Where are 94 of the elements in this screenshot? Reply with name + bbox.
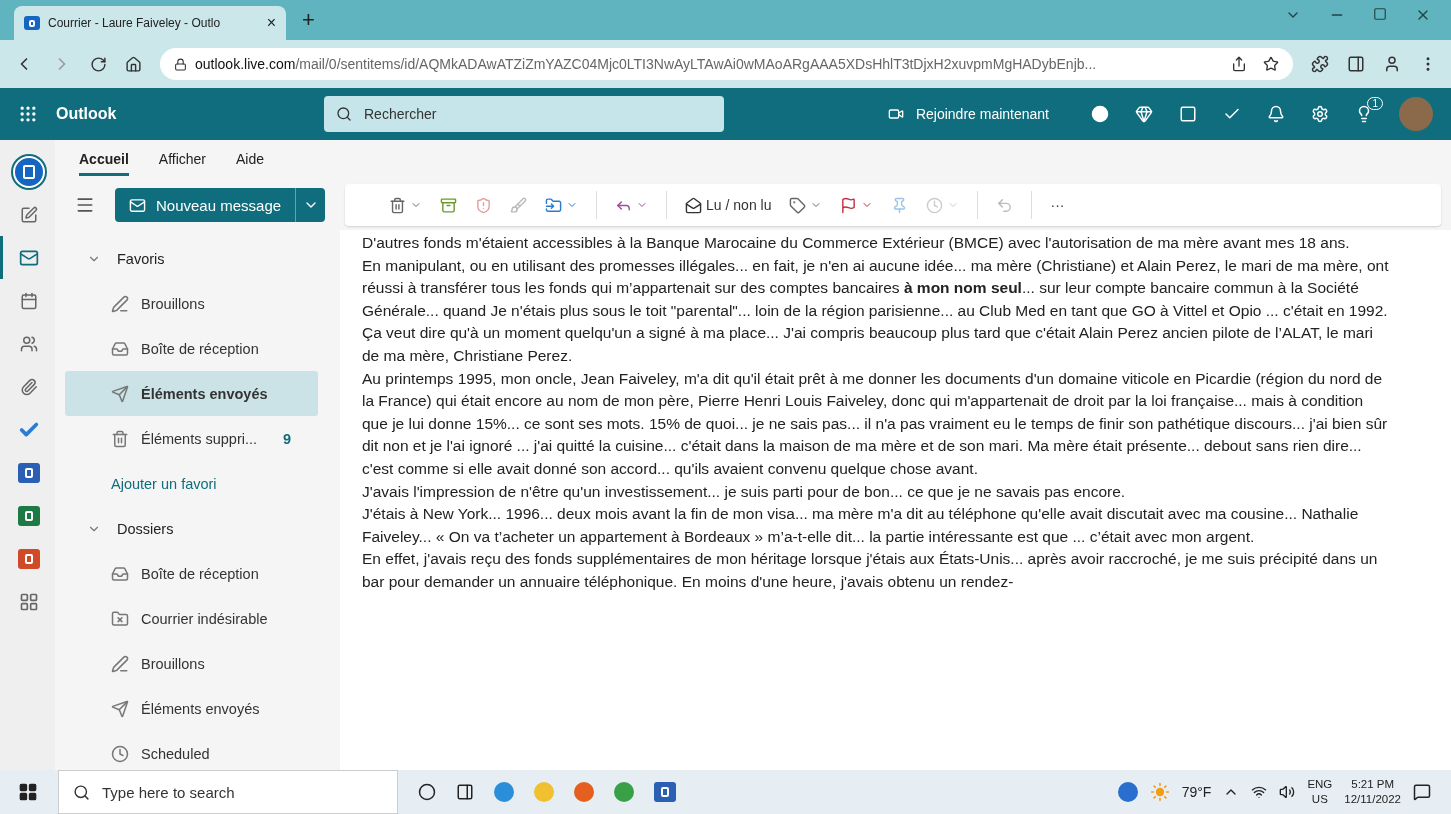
folder-item[interactable]: Brouillons — [65, 641, 318, 686]
trash-icon — [389, 196, 407, 214]
clock-icon — [111, 744, 129, 763]
message-paragraph: Ça veut dire qu'à un moment quelqu'un a signé à ma place... J'ai compris beaucoup plus tard que c'était Alain Perez ancien pilote de l’ALAT, le mari de ma mère, Christiane Perez. — [362, 323, 1375, 366]
folder-item[interactable]: Éléments suppri... 9 — [65, 416, 318, 461]
hamburger-menu-icon[interactable] — [75, 195, 95, 215]
search-icon — [73, 783, 90, 801]
mail-icon — [129, 196, 146, 214]
calendar-icon[interactable] — [20, 291, 38, 310]
read-unread-button[interactable]: Lu / non lu — [685, 196, 772, 214]
join-now-button[interactable]: Rejoindre maintenant — [881, 105, 1055, 123]
notifications-icon[interactable] — [1413, 783, 1431, 801]
windows-start-icon[interactable] — [18, 782, 38, 802]
message-paragraph: D'autres fonds m'étaient accessibles à la Banque Marocaine du Commerce Extérieur (BMCE) avec l'autorisation de ma mère avant mes 18 ans. — [362, 233, 1351, 253]
folder-icon — [111, 609, 129, 628]
new-tab-button[interactable]: + — [292, 7, 325, 33]
search-icon — [336, 106, 352, 122]
more-button[interactable]: ··· — [1050, 197, 1065, 213]
tag-button[interactable] — [789, 196, 823, 214]
send-icon — [111, 384, 129, 403]
folder-item[interactable]: Courrier indésirable — [65, 596, 318, 641]
folder-item[interactable]: Boîte de réception — [65, 551, 318, 596]
side-panel-icon[interactable] — [1347, 55, 1365, 73]
notification-badge: 1 — [1367, 97, 1383, 110]
add-favorite-link[interactable]: Ajouter un favori — [65, 461, 318, 506]
clock[interactable]: 5:21 PM 12/11/2022 — [1344, 777, 1401, 807]
pencil-icon — [111, 294, 129, 313]
brush-icon — [510, 196, 528, 214]
delete-button[interactable] — [389, 196, 423, 214]
folder-item[interactable]: Boîte de réception — [65, 326, 318, 371]
video-icon — [887, 106, 904, 122]
app-launcher-icon[interactable] — [18, 104, 38, 124]
send-icon — [111, 699, 129, 718]
folder-item[interactable]: Brouillons — [65, 281, 318, 326]
shield-icon — [475, 196, 493, 214]
envelope-icon — [685, 196, 703, 214]
inbox-icon — [111, 339, 129, 358]
folder-icon — [545, 196, 563, 214]
search-field[interactable]: Rechercher — [324, 96, 724, 132]
reload-icon[interactable] — [90, 55, 107, 73]
folder-item[interactable]: Éléments envoyés — [65, 686, 318, 731]
message-paragraph: En effet, j'avais reçu des fonds supplémentaires de mon héritage lorsque j'étais aux États-Unis... après avoir raccroché, je me suis précipité dans un bar pour demander un annuaire téléphonique. En moins d'une heure, j'avais obtenu un rendez- — [362, 549, 1379, 592]
inbox-icon — [111, 564, 129, 583]
folder-section[interactable]: Dossiers — [65, 506, 318, 551]
unread-count: 9 — [283, 430, 292, 447]
tag-icon — [789, 196, 807, 214]
wifi-icon[interactable] — [1251, 784, 1268, 800]
new-message-button[interactable]: Nouveau message — [115, 188, 296, 222]
folder-item[interactable]: Scheduled — [65, 731, 318, 770]
new-message-dropdown[interactable] — [295, 188, 326, 222]
settings-icon[interactable] — [1311, 105, 1329, 123]
compose-icon[interactable] — [20, 205, 38, 224]
flag-icon — [840, 196, 858, 214]
share-icon[interactable] — [1231, 56, 1247, 72]
taskbar-search-field[interactable]: Type here to search — [58, 770, 398, 814]
tab-title: Courrier - Laure Faiveley - Outlo — [48, 16, 222, 30]
speaker-icon[interactable] — [1279, 784, 1296, 800]
ribbon-tab[interactable]: Aide — [236, 144, 265, 176]
url-text: outlook.live.com/mail/0/sentitems/id/AQMkADAwATZiZmYAZC04Mjc0LTI3NwAyLTAwAi0wMAoARgAAA5XDsHhlT3tDjxH2xuvpmMgHADybEnjb... — [195, 56, 1097, 72]
clock-icon — [926, 196, 944, 214]
star-icon[interactable] — [1263, 56, 1279, 72]
archive-icon — [440, 196, 458, 214]
move-button[interactable] — [545, 196, 579, 214]
ribbon-tab[interactable]: Afficher — [158, 144, 207, 176]
puzzle-icon[interactable] — [1311, 55, 1329, 73]
language-indicator[interactable]: ENG US — [1307, 777, 1333, 807]
restore-icon[interactable] — [1373, 7, 1387, 21]
folder-item[interactable]: Éléments envoyés — [65, 371, 318, 416]
address-bar[interactable]: outlook.live.com/mail/0/sentitems/id/AQMkADAwATZiZmYAZC04Mjc0LTI3NwAyLTAwAi0wMAoARgAAA5XDsHhlT3tDjxH2xuvpmMgHADybEnjb... — [160, 48, 1293, 80]
message-paragraph: J'avais l'impression de n'être qu'un investissement... je suis parti pour de bon... ce que je ne savais pas encore. — [362, 481, 1127, 502]
lock-icon — [174, 57, 187, 71]
message-paragraph: En manipulant, ou en utilisant des promesses illégales... en fait, je n'en ai aucune idée... ma mère (Christiane) et Alain Perez, le mari de ma mère, ont réussi à transférer tous les fonds qui m’appartenait sur des comptes bancaires à mon nom seul... sur leur compte bancaire commun à la Société Générale... quand Je n'étais plus sous le toit "parental"... loin de la région parisienne... au Club Med en tant que GO à Vittel et Opio ... c'était en 1992. — [362, 255, 1390, 321]
message-paragraph: Au printemps 1995, mon oncle, Jean Faiveley, m'a dit qu'il était prêt à me donner les documents d'un domaine viticole en Picardie (région du nord de la France) qui était encore au nom de mon père, Pierre Henri Louis Faiveley, donc qui m'appartenait de droit par la loi française... mais à condition que je lui donne 15%... ce sont ses mots. 15% de quoi... je ne sais pas... il n'a pas vraiment eu le temps de finir son pathétique discours... j'ai bien sûr dit non et je l'ai ignoré ... j'ai quitté la cuisine... c'était dans la maison de ma mère et de son mari. Ma mère était présente... debout sans rien dire... c'est comme si elle avait donné son accord... qu'ils avaient convenu quelque chose avant. — [362, 368, 1389, 479]
undo-icon — [996, 196, 1014, 214]
bell-icon[interactable] — [1267, 105, 1285, 123]
trash-icon — [111, 429, 129, 448]
task-view-icon[interactable] — [456, 783, 474, 801]
profile-icon[interactable] — [1383, 55, 1401, 73]
close-tab-button[interactable]: × — [266, 14, 276, 32]
app-name: Outlook — [56, 105, 118, 123]
message-paragraph: J'étais à New York... 1996... deux mois avant la fin de mon visa... ma mère m'a dit au téléphone qu'elle avait discutait avec ma cousine... Nathalie Faiveley... « On va t’acheter un appartement à Bordeaux » m’a-t-elle dit... la partie intéressante est que ... c’était avec mon argent. — [362, 504, 1360, 547]
people-icon[interactable] — [20, 334, 38, 353]
ribbon-tab[interactable]: Accueil — [79, 144, 129, 176]
browser-tab[interactable]: Courrier - Laure Faiveley - Outlo × — [14, 6, 286, 40]
folder-section[interactable]: Favoris — [65, 236, 318, 281]
sun-icon — [1149, 782, 1170, 802]
flag-button[interactable] — [840, 196, 874, 214]
archive-button[interactable] — [440, 196, 458, 214]
paperclip-icon[interactable] — [20, 377, 38, 396]
apps-grid-icon[interactable] — [19, 591, 39, 612]
pencil-icon — [111, 654, 129, 673]
temperature: 79°F — [1181, 784, 1212, 800]
diamond-icon[interactable] — [1135, 105, 1153, 123]
home-icon[interactable] — [125, 55, 142, 73]
